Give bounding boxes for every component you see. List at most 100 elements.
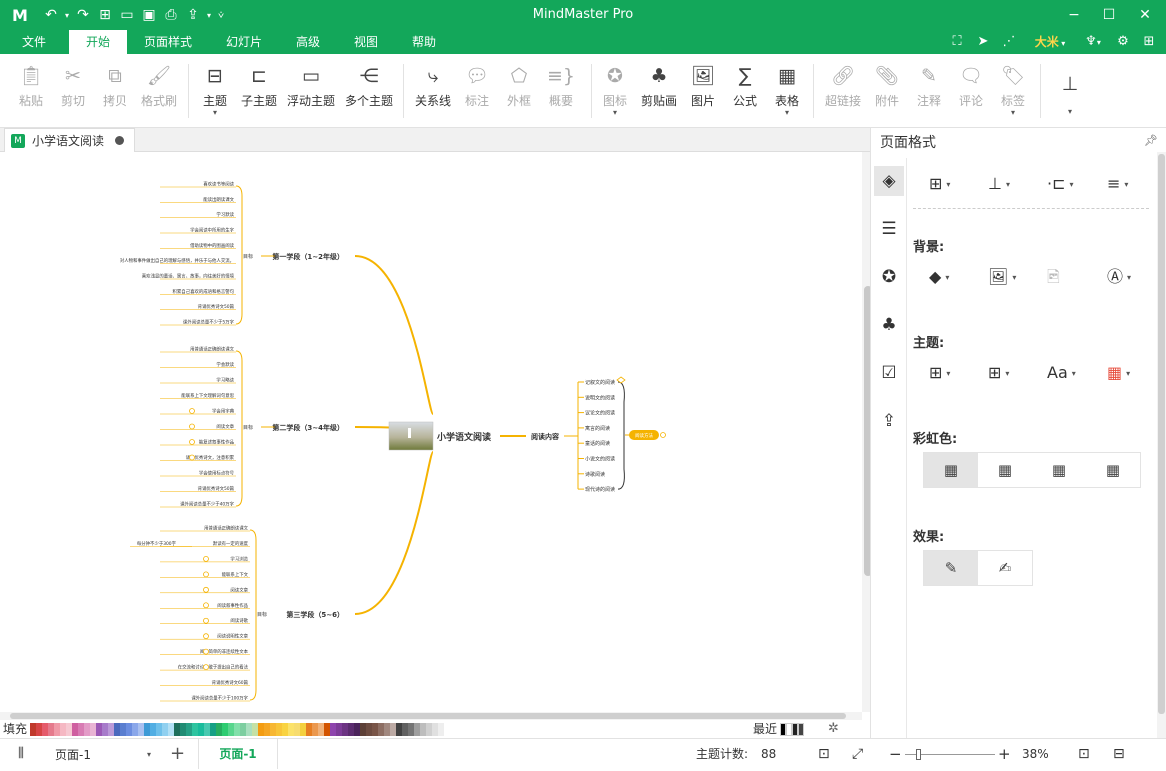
- watermark-button[interactable]: Ⓐ ▾: [1107, 265, 1147, 289]
- layout-dropdown-icon[interactable]: ▾: [1042, 108, 1098, 116]
- expand-toggle-icon[interactable]: [203, 602, 209, 609]
- color-swatch[interactable]: [444, 723, 450, 736]
- subtopic-reading-type[interactable]: 记叙文的阅读: [585, 379, 615, 386]
- stage-goal-label[interactable]: 目标: [243, 253, 253, 260]
- goal-item[interactable]: 默读有一定的速度: [213, 540, 249, 547]
- expand-toggle-icon[interactable]: [203, 648, 209, 655]
- subtopic-reading-type[interactable]: 现代诗的阅读: [585, 486, 615, 493]
- goal-item[interactable]: 课外阅读总量不少于100万字: [191, 695, 248, 702]
- recent-color-swatch[interactable]: [798, 723, 804, 736]
- summary-label[interactable]: 阅读方法: [635, 432, 653, 439]
- unsaved-indicator[interactable]: [115, 136, 124, 145]
- goal-item[interactable]: 学会使用标点符号: [199, 470, 235, 477]
- goal-item[interactable]: 能复述叙事性作品: [199, 439, 235, 446]
- user-menu[interactable]: 大米 ▾: [1030, 30, 1070, 54]
- stage-topic[interactable]: 第三学段（5~6）: [286, 610, 344, 619]
- goal-item[interactable]: 学会默读: [216, 361, 234, 368]
- panel-toggle-icon[interactable]: ⊟: [1113, 739, 1125, 769]
- tag-button[interactable]: 🏷︎ 标签 ▾: [985, 62, 1041, 124]
- fit-window-icon[interactable]: ⤢: [852, 739, 863, 769]
- stage-topic[interactable]: 第一学段（1~2年级）: [272, 252, 344, 261]
- tab-file[interactable]: 文件: [8, 30, 60, 54]
- expand-toggle-icon[interactable]: [203, 664, 209, 670]
- table-dropdown-icon[interactable]: ▾: [759, 109, 815, 117]
- zoom-out-button[interactable]: −: [889, 739, 902, 769]
- effect-hand-drawn-icon[interactable]: ✍: [978, 551, 1032, 585]
- subtopic-reading-type[interactable]: 童话的阅读: [585, 440, 610, 447]
- goal-item[interactable]: 能联系上下文理解词句意思: [181, 392, 234, 399]
- subtopic-reading-type[interactable]: 议论文的阅读: [585, 410, 615, 417]
- goal-item[interactable]: 对人物和事件做出自己的理解与感悟，并乐于与他人交流。: [120, 257, 234, 264]
- goal-item[interactable]: 背诵优秀诗文50篇: [198, 485, 235, 492]
- rainbow-option-1-icon[interactable]: ▦: [924, 453, 978, 487]
- maximize-button[interactable]: ☐: [1094, 0, 1124, 30]
- subtopic-reading-type[interactable]: 说明文的阅读: [585, 394, 615, 401]
- goal-item[interactable]: 背诵优秀诗文60篇: [212, 679, 249, 686]
- goal-item[interactable]: 喜欢浅显的童话、寓言、故事，向往美好的情境: [142, 273, 235, 280]
- goal-item[interactable]: 学会用字典: [212, 408, 235, 415]
- document-tab[interactable]: M 小学语文阅读: [4, 128, 135, 152]
- theme-layout-button[interactable]: ⊞ ▾: [988, 361, 1028, 385]
- expand-toggle-icon[interactable]: [203, 633, 209, 640]
- background-color-button[interactable]: ◆ ▾: [929, 265, 969, 289]
- canvas-horizontal-scrollbar[interactable]: [0, 712, 862, 720]
- scrollbar-thumb[interactable]: [1158, 154, 1165, 714]
- rainbow-option-4-icon[interactable]: ▦: [1086, 453, 1140, 487]
- rainbow-option-2-icon[interactable]: ▦: [978, 453, 1032, 487]
- new-icon[interactable]: ⊞: [94, 7, 116, 23]
- goal-item[interactable]: 能读出朗读课文: [203, 196, 234, 203]
- customize-toolbar-icon[interactable]: ⩒: [214, 10, 228, 21]
- tab-page-style[interactable]: 页面样式: [136, 30, 200, 54]
- close-button[interactable]: ✕: [1130, 0, 1160, 30]
- clipart-panel-icon[interactable]: ♣: [874, 310, 904, 340]
- goal-item[interactable]: 阅读文章: [216, 423, 234, 430]
- theme-font-button[interactable]: Aa ▾: [1047, 361, 1087, 385]
- task-icon[interactable]: ☑: [874, 358, 904, 388]
- expand-toggle-icon[interactable]: [189, 439, 195, 445]
- layout-button[interactable]: ⊥ ▾: [1042, 62, 1098, 124]
- remove-background-button[interactable]: 🖻︎: [1047, 265, 1087, 289]
- goal-item[interactable]: 阅读诗歌: [230, 617, 248, 624]
- subtopic-button[interactable]: ⊏ 子主题: [231, 62, 287, 124]
- side-note[interactable]: 每分钟不少于300字: [137, 540, 177, 547]
- page-panel-icon[interactable]: ⫼: [18, 739, 24, 769]
- format-painter-button[interactable]: 🖌︎ 格式刷: [131, 62, 187, 124]
- panel-scrollbar[interactable]: [1157, 152, 1166, 738]
- mindmap-canvas[interactable]: 小学语文阅读 阅读内容 记叙文的阅读 说明文的阅读 议论文的阅读 寓言的阅读 童话的阅读 小说…: [0, 152, 862, 712]
- goal-item[interactable]: 能联系上下文: [222, 571, 249, 578]
- goal-item[interactable]: 阅读说明性文章: [217, 633, 248, 640]
- background-image-button[interactable]: 🖼︎ ▾: [988, 265, 1028, 289]
- numbering-button[interactable]: ≡ ▾: [1107, 172, 1147, 196]
- page-format-icon[interactable]: ◈: [874, 166, 904, 196]
- multiple-topics-button[interactable]: ⋲ 多个主题: [341, 62, 397, 124]
- undo-dropdown-icon[interactable]: ▾: [62, 11, 72, 20]
- goal-item[interactable]: 喜欢读书等阅读: [203, 181, 234, 188]
- share-icon[interactable]: ⋰: [998, 30, 1020, 54]
- expand-toggle-icon[interactable]: [189, 408, 195, 414]
- expand-toggle-icon[interactable]: [660, 432, 666, 438]
- print-icon[interactable]: ⎙: [160, 7, 182, 23]
- mark-panel-icon[interactable]: ✪: [874, 262, 904, 292]
- scrollbar-thumb[interactable]: [10, 713, 846, 719]
- expand-toggle-icon[interactable]: [189, 454, 195, 461]
- subtopic-reading-type[interactable]: 寓言的阅读: [585, 425, 610, 432]
- goal-item[interactable]: 学习略读: [216, 377, 234, 384]
- structure-button[interactable]: ⊥ ▾: [988, 172, 1028, 196]
- summary-button[interactable]: ≡} 概要: [533, 62, 589, 124]
- goal-item[interactable]: 用普通话正确朗读课文: [190, 346, 235, 353]
- expand-toggle-icon[interactable]: [203, 571, 209, 578]
- publish-icon[interactable]: ➤: [972, 30, 994, 54]
- stage-goal-label[interactable]: 目标: [257, 611, 267, 618]
- goal-item[interactable]: 在交流和讨论中敢于提出自己的看法: [178, 664, 249, 671]
- goal-item[interactable]: 用普通话正确朗读课文: [204, 525, 249, 532]
- color-picker-icon[interactable]: ✲: [828, 720, 839, 738]
- goal-item[interactable]: 阅读叙事性作品: [217, 602, 248, 609]
- tab-help[interactable]: 帮助: [400, 30, 448, 54]
- tab-view[interactable]: 视图: [342, 30, 390, 54]
- goal-item[interactable]: 课外阅读总量不少于40万字: [180, 501, 234, 508]
- layout-style-button[interactable]: ⊞ ▾: [929, 172, 969, 196]
- subtopic-reading-type[interactable]: 小说文的阅读: [585, 456, 615, 463]
- export-icon[interactable]: ⇪: [182, 7, 204, 23]
- central-topic[interactable]: 小学语文阅读: [436, 431, 491, 443]
- goal-item[interactable]: 积累自己喜欢的成语和格言警句: [173, 288, 235, 295]
